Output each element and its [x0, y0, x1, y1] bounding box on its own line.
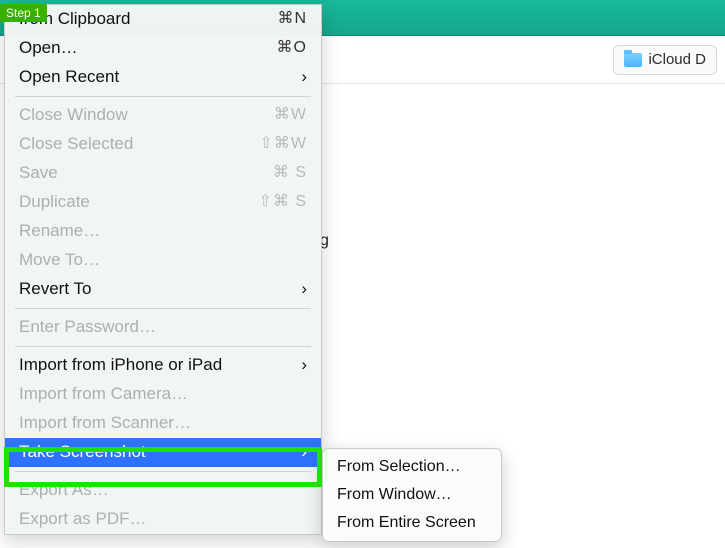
submenu-item-label: From Selection… [337, 456, 487, 478]
menu-item-label: Take Screenshot [19, 441, 301, 463]
menu-item-label: Import from Camera… [19, 383, 307, 405]
menu-item-label: Open Recent [19, 66, 301, 88]
menu-item-import-from-camera: Import from Camera… [5, 380, 321, 409]
submenu-item-label: From Window… [337, 484, 487, 506]
menu-item-shortcut: ⇧⌘ S [258, 191, 307, 213]
menu-item-label: Export As… [19, 479, 307, 501]
menu-item-rename: Rename… [5, 217, 321, 246]
menu-item-close-window: Close Window⌘W [5, 101, 321, 130]
chevron-right-icon: › [301, 66, 307, 88]
menu-item-label: Close Window [19, 104, 274, 126]
menu-item-revert-to[interactable]: Revert To› [5, 275, 321, 304]
menu-item-close-selected: Close Selected⇧⌘W [5, 130, 321, 159]
menu-item-label: Duplicate [19, 191, 258, 213]
menu-item-label: Open… [19, 37, 277, 59]
menu-item-shortcut: ⌘N [277, 8, 307, 30]
menu-item-duplicate: Duplicate⇧⌘ S [5, 188, 321, 217]
chevron-right-icon: › [301, 278, 307, 300]
menu-item-label: Close Selected [19, 133, 259, 155]
menu-item-from-clipboard[interactable]: from Clipboard⌘N [5, 5, 321, 34]
menu-separator [15, 471, 311, 472]
menu-separator [15, 96, 311, 97]
folder-icon [624, 53, 642, 67]
menu-item-label: Rename… [19, 220, 307, 242]
menu-separator [15, 308, 311, 309]
submenu-item-from-entire-screen[interactable]: From Entire Screen [323, 509, 501, 537]
menu-item-shortcut: ⇧⌘W [259, 133, 307, 155]
menu-item-label: Import from iPhone or iPad [19, 354, 301, 376]
menu-item-import-from-scanner: Import from Scanner… [5, 409, 321, 438]
icloud-label: iCloud D [648, 51, 706, 68]
submenu-item-label: From Entire Screen [337, 512, 487, 534]
submenu-item-from-selection[interactable]: From Selection… [323, 453, 501, 481]
menu-item-enter-password: Enter Password… [5, 313, 321, 342]
menu-separator [15, 346, 311, 347]
menu-item-label: Enter Password… [19, 316, 307, 338]
menu-item-shortcut: ⌘O [277, 37, 307, 59]
menu-item-export-as-pdf: Export as PDF… [5, 505, 321, 534]
menu-item-shortcut: ⌘W [274, 104, 307, 126]
submenu-item-from-window[interactable]: From Window… [323, 481, 501, 509]
menu-item-label: Import from Scanner… [19, 412, 307, 434]
menu-item-import-from-iphone-or-ipad[interactable]: Import from iPhone or iPad› [5, 351, 321, 380]
menu-item-label: from Clipboard [19, 8, 277, 30]
file-menu[interactable]: from Clipboard⌘NOpen…⌘OOpen Recent›Close… [4, 4, 322, 535]
icloud-drive-button[interactable]: iCloud D [613, 45, 717, 75]
menu-item-shortcut: ⌘ S [273, 162, 307, 184]
step-badge: Step 1 [0, 4, 47, 22]
take-screenshot-submenu[interactable]: From Selection… From Window… From Entire S… [322, 448, 502, 542]
menu-item-move-to: Move To… [5, 246, 321, 275]
menu-item-label: Save [19, 162, 273, 184]
menu-item-save: Save⌘ S [5, 159, 321, 188]
menu-item-export-as: Export As… [5, 476, 321, 505]
menu-item-label: Export as PDF… [19, 508, 307, 530]
chevron-right-icon: › [301, 441, 307, 463]
menu-item-open-recent[interactable]: Open Recent› [5, 63, 321, 92]
menu-item-label: Move To… [19, 249, 307, 271]
chevron-right-icon: › [301, 354, 307, 376]
menu-item-label: Revert To [19, 278, 301, 300]
menu-item-open[interactable]: Open…⌘O [5, 34, 321, 63]
menu-item-take-screenshot[interactable]: Take Screenshot› [5, 438, 321, 467]
